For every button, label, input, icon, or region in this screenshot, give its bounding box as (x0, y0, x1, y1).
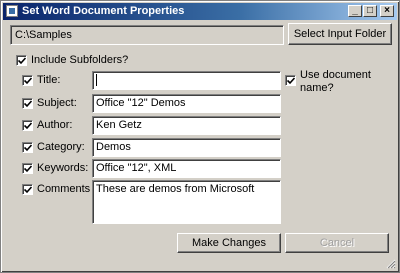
keywords-checkbox[interactable] (22, 163, 33, 174)
use-document-name-label-line2: name? (300, 82, 334, 94)
checkmark-icon (24, 144, 32, 152)
close-button[interactable]: × (380, 5, 394, 17)
cancel-button[interactable]: Cancel (285, 233, 389, 253)
include-subfolders-checkbox[interactable] (16, 55, 27, 66)
properties-dialog: Set Word Document Properties _ □ × C:\Sa… (0, 0, 400, 273)
title-checkbox[interactable] (22, 75, 33, 86)
subject-label: Subject: (37, 97, 77, 109)
minimize-button[interactable]: _ (348, 5, 362, 17)
checkmark-icon (24, 186, 32, 194)
input-folder-path: C:\Samples (10, 25, 284, 45)
comments-textarea[interactable]: These are demos from Microsoft (92, 180, 281, 224)
comments-checkbox[interactable] (22, 184, 33, 195)
checkmark-icon (24, 165, 32, 173)
keywords-label: Keywords: (37, 162, 89, 174)
category-label: Category: (37, 141, 85, 153)
include-subfolders-label: Include Subfolders? (31, 54, 129, 66)
category-checkbox[interactable] (22, 142, 33, 153)
title-bar[interactable]: Set Word Document Properties _ □ × (3, 3, 397, 20)
checkmark-icon (18, 57, 26, 65)
subject-checkbox[interactable] (22, 98, 33, 109)
checkmark-icon (24, 100, 32, 108)
checkmark-icon (24, 77, 32, 85)
select-input-folder-button[interactable]: Select Input Folder (288, 23, 392, 45)
title-label: Title: (37, 74, 61, 86)
subject-input[interactable]: Office "12" Demos (92, 94, 281, 113)
use-document-name-checkbox[interactable] (285, 75, 296, 86)
checkmark-icon (24, 122, 32, 130)
use-document-name-label-line1: Use document (300, 69, 371, 81)
make-changes-button[interactable]: Make Changes (177, 233, 281, 253)
category-input[interactable]: Demos (92, 138, 281, 157)
checkmark-icon (287, 77, 295, 85)
comments-label: Comments (37, 183, 91, 195)
author-label: Author: (37, 119, 73, 131)
app-icon (6, 5, 18, 17)
keywords-input[interactable]: Office "12", XML (92, 159, 281, 178)
maximize-button[interactable]: □ (363, 5, 377, 17)
author-input[interactable]: Ken Getz (92, 116, 281, 135)
resize-grip-icon[interactable] (386, 259, 396, 269)
text-cursor (96, 74, 97, 87)
title-input[interactable] (92, 71, 281, 90)
window-title: Set Word Document Properties (22, 5, 185, 17)
author-checkbox[interactable] (22, 120, 33, 131)
